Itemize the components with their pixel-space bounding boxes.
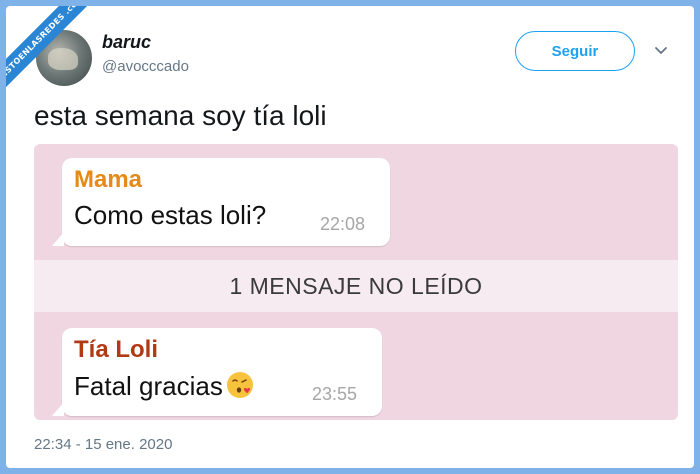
- message-sender: Mama: [74, 166, 143, 193]
- display-name[interactable]: baruc: [102, 32, 151, 53]
- message-text-row: Fatal gracias: [74, 370, 255, 402]
- message-bubble: Tía Loli Fatal gracias 23:55: [52, 328, 382, 416]
- tweet-card: VISTOENLASREDES .com baruc @avocccado Se…: [6, 6, 694, 468]
- chevron-down-icon[interactable]: [654, 44, 668, 58]
- bubble-tail: [52, 402, 64, 416]
- message-time: 22:08: [320, 214, 366, 234]
- watermark-text: VISTOENLASREDES .com: [6, 6, 95, 92]
- unread-banner: 1 MENSAJE NO LEÍDO: [34, 260, 678, 312]
- message-bubble: Mama Como estas loli? 22:08: [52, 158, 390, 246]
- follow-button[interactable]: Seguir: [515, 31, 635, 71]
- watermark-ribbon: VISTOENLASREDES .com: [6, 6, 96, 96]
- tweet-timestamp[interactable]: 22:34 - 15 ene. 2020: [34, 436, 172, 453]
- chat-screenshot: Mama Como estas loli? 22:08 1 MENSAJE NO…: [34, 144, 678, 420]
- kissing-heart-icon: [226, 372, 253, 398]
- bubble-tail: [52, 232, 64, 246]
- user-handle[interactable]: @avocccado: [102, 58, 189, 75]
- tweet-text: esta semana soy tía loli: [34, 100, 327, 131]
- message-time: 23:55: [312, 384, 358, 404]
- message-sender: Tía Loli: [74, 336, 158, 363]
- message-text: Fatal gracias: [74, 371, 223, 401]
- message-text: Como estas loli?: [74, 200, 267, 230]
